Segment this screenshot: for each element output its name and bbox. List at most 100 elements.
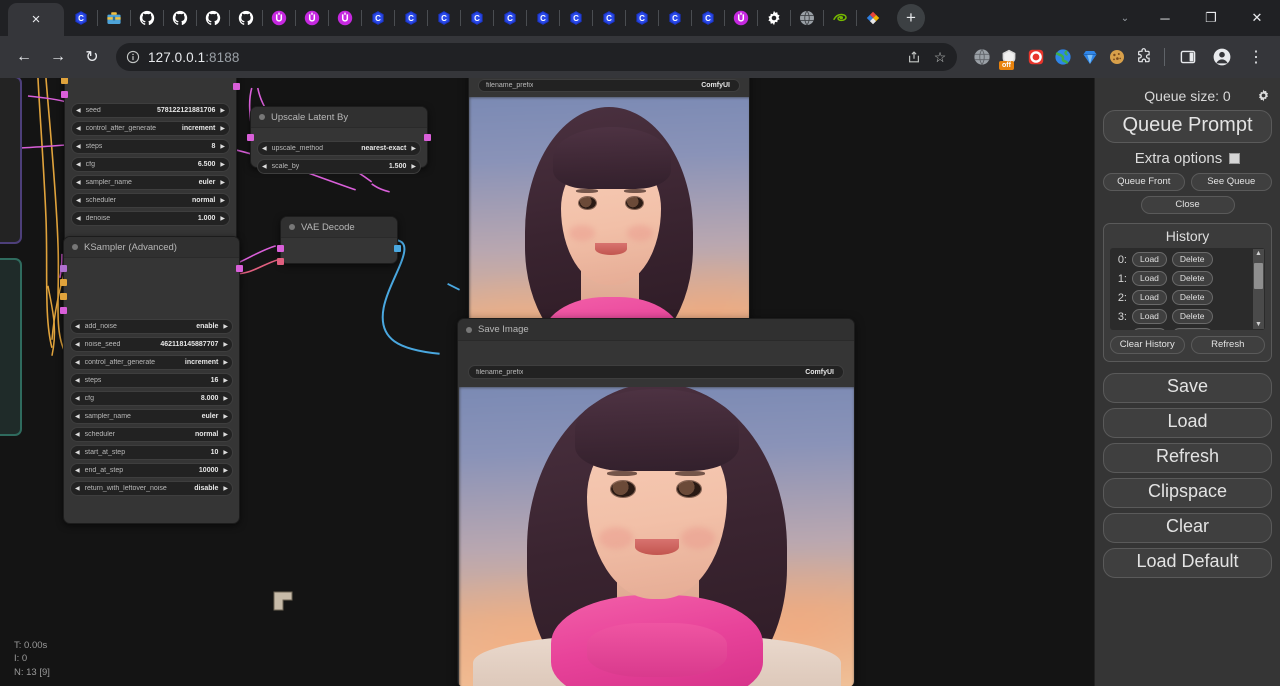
decrement-arrow-icon[interactable]: ◀: [75, 342, 80, 348]
browser-tab-6[interactable]: [262, 0, 295, 36]
browser-tab-9[interactable]: C: [361, 0, 394, 36]
browser-menu-button[interactable]: ⋮: [1240, 41, 1272, 73]
node-graph-canvas[interactable]: ...ling ...ils, ...soft , RAW, ...urred …: [0, 78, 1094, 686]
vae-decode-title[interactable]: VAE Decode: [281, 217, 397, 238]
tab-search-icon[interactable]: ⌄: [1108, 0, 1142, 36]
input-slot-positive[interactable]: [60, 279, 67, 286]
refresh-button[interactable]: Refresh: [1103, 443, 1272, 473]
queue-front-button[interactable]: Queue Front: [1103, 173, 1185, 191]
decrement-arrow-icon[interactable]: ◀: [75, 486, 80, 492]
increment-arrow-icon[interactable]: ▶: [223, 414, 228, 420]
positive-prompt-text[interactable]: ...ling ...ils, ...soft , RAW, ...urred …: [0, 78, 20, 239]
history-row[interactable]: 3:LoadDelete: [1113, 307, 1262, 326]
widget-return-with-leftover-noise[interactable]: ◀return_with_leftover_noisedisable▶: [70, 481, 233, 496]
output-slot-latent[interactable]: [236, 265, 243, 272]
browser-tab-2[interactable]: [130, 0, 163, 36]
widget-value[interactable]: 8: [211, 143, 215, 150]
decrement-arrow-icon[interactable]: ◀: [75, 450, 80, 456]
widget-value[interactable]: 578122121881706: [157, 107, 215, 114]
browser-tab-1[interactable]: [97, 0, 130, 36]
collapse-dot-icon[interactable]: [466, 327, 472, 333]
bookmark-star-icon[interactable]: ☆: [927, 44, 953, 70]
back-button[interactable]: ←: [8, 41, 40, 73]
node-positive-prompt[interactable]: ...ling ...ils, ...soft , RAW, ...urred …: [0, 78, 22, 244]
decrement-arrow-icon[interactable]: ◀: [75, 324, 80, 330]
history-list[interactable]: ▲ ▼ 0:LoadDelete1:LoadDelete2:LoadDelete…: [1110, 248, 1265, 330]
browser-tab-19[interactable]: C: [691, 0, 724, 36]
widget-steps[interactable]: ◀ steps 8 ▶: [71, 139, 230, 154]
input-slot-samples[interactable]: [247, 134, 254, 141]
increment-arrow-icon[interactable]: ▶: [223, 468, 228, 474]
decrement-arrow-icon[interactable]: ◀: [75, 414, 80, 420]
browser-tab-11[interactable]: C: [427, 0, 460, 36]
widget-end-at-step[interactable]: ◀end_at_step10000▶: [70, 463, 233, 478]
decrement-arrow-icon[interactable]: ◀: [76, 216, 81, 222]
history-row[interactable]: 2:LoadDelete: [1113, 288, 1262, 307]
increment-arrow-icon[interactable]: ▶: [411, 164, 416, 170]
widget-sampler-name[interactable]: ◀sampler_nameeuler▶: [70, 409, 233, 424]
history-load-button[interactable]: Load: [1132, 309, 1167, 324]
widget-value[interactable]: increment: [185, 359, 218, 366]
browser-tab-12[interactable]: C: [460, 0, 493, 36]
browser-tab-23[interactable]: [823, 0, 856, 36]
translate-extension-icon[interactable]: [1050, 44, 1076, 70]
decrement-arrow-icon[interactable]: ◀: [76, 108, 81, 114]
clear-button[interactable]: Clear: [1103, 513, 1272, 543]
node-negative-prompt[interactable]: ...ve:0.5], ...utilated, ...limbs, , mis…: [0, 258, 22, 436]
history-delete-button[interactable]: Delete: [1172, 252, 1213, 267]
browser-tab-10[interactable]: C: [394, 0, 427, 36]
new-tab-button[interactable]: +: [897, 4, 925, 32]
increment-arrow-icon[interactable]: ▶: [223, 342, 228, 348]
profile-avatar-icon[interactable]: [1206, 41, 1238, 73]
decrement-arrow-icon[interactable]: ◀: [76, 126, 81, 132]
widget-value[interactable]: 462118145887707: [160, 341, 218, 348]
address-bar[interactable]: 127.0.0.1:8188 ☆: [116, 43, 957, 71]
widget-value[interactable]: 8.000: [201, 395, 219, 402]
decrement-arrow-icon[interactable]: ◀: [75, 378, 80, 384]
corner-marker-icon[interactable]: [272, 590, 294, 617]
input-slot-conditioning[interactable]: [61, 91, 68, 98]
history-row[interactable]: 0:LoadDelete: [1113, 250, 1262, 269]
globe-extension-icon[interactable]: [969, 44, 995, 70]
ksampler-advanced-title[interactable]: KSampler (Advanced): [64, 237, 239, 258]
widget-value[interactable]: ComfyUI: [805, 369, 834, 376]
forward-button[interactable]: →: [42, 41, 74, 73]
collapse-dot-icon[interactable]: [259, 114, 265, 120]
browser-tab-22[interactable]: [790, 0, 823, 36]
output-slot-latent[interactable]: [424, 134, 431, 141]
decrement-arrow-icon[interactable]: ◀: [75, 360, 80, 366]
see-queue-button[interactable]: See Queue: [1191, 173, 1273, 191]
widget-value[interactable]: normal: [192, 197, 215, 204]
negative-prompt-text[interactable]: ...ve:0.5], ...utilated, ...limbs, , mis…: [0, 260, 20, 384]
node-upscale-latent-by[interactable]: Upscale Latent By ◀ upscale_method neare…: [250, 106, 428, 168]
node-vae-decode[interactable]: VAE Decode: [280, 216, 398, 264]
browser-tab-20[interactable]: [724, 0, 757, 36]
increment-arrow-icon[interactable]: ▶: [223, 432, 228, 438]
browser-tab-13[interactable]: C: [493, 0, 526, 36]
widget-scheduler[interactable]: ◀schedulernormal▶: [70, 427, 233, 442]
clear-history-button[interactable]: Clear History: [1110, 336, 1185, 354]
browser-tab-18[interactable]: C: [658, 0, 691, 36]
history-scrollbar[interactable]: ▲ ▼: [1253, 249, 1264, 329]
history-delete-button[interactable]: Delete: [1172, 328, 1213, 330]
widget-start-at-step[interactable]: ◀start_at_step10▶: [70, 445, 233, 460]
widget-value[interactable]: increment: [182, 125, 215, 132]
decrement-arrow-icon[interactable]: ◀: [76, 144, 81, 150]
maximize-button[interactable]: ❐: [1188, 0, 1234, 36]
widget-noise-seed[interactable]: ◀noise_seed462118145887707▶: [70, 337, 233, 352]
widget-value[interactable]: euler: [199, 179, 216, 186]
recorder-extension-icon[interactable]: [1023, 44, 1049, 70]
input-slot-vae[interactable]: [277, 258, 284, 265]
increment-arrow-icon[interactable]: ▶: [220, 180, 225, 186]
extra-options-checkbox[interactable]: [1229, 153, 1240, 164]
history-row[interactable]: 1:LoadDelete: [1113, 269, 1262, 288]
collapse-dot-icon[interactable]: [72, 244, 78, 250]
widget-value[interactable]: 6.500: [198, 161, 216, 168]
decrement-arrow-icon[interactable]: ◀: [75, 432, 80, 438]
url-text[interactable]: 127.0.0.1:8188: [144, 50, 240, 65]
clipspace-button[interactable]: Clipspace: [1103, 478, 1272, 508]
history-load-button[interactable]: Load: [1132, 328, 1167, 330]
widget-cfg[interactable]: ◀cfg8.000▶: [70, 391, 233, 406]
widget-filename-prefix-bottom[interactable]: filename_prefix ComfyUI: [468, 365, 844, 379]
load-button[interactable]: Load: [1103, 408, 1272, 438]
